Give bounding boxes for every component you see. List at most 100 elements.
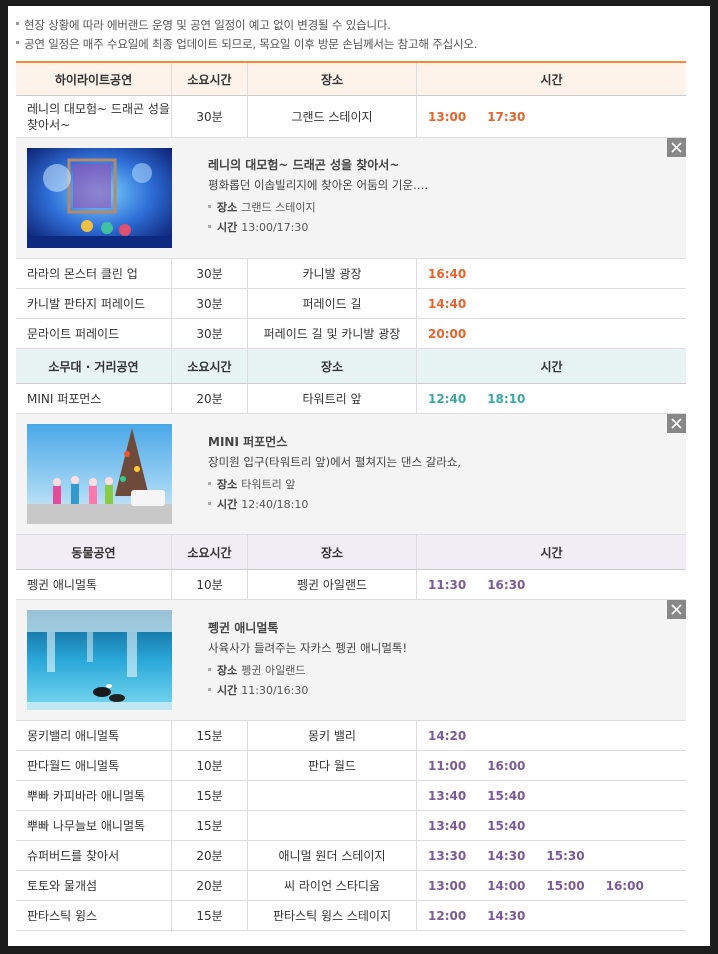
show-name[interactable]: 토토와 물개섬 <box>16 871 171 900</box>
show-times: 14:40 <box>416 289 686 318</box>
show-time: 15:40 <box>487 788 526 803</box>
show-time: 14:30 <box>487 908 526 923</box>
close-detail-button[interactable] <box>667 600 686 619</box>
show-detail-panel: 레니의 대모험~ 드래곤 성을 찾아서~ 평화롭던 이솝빌리지에 찾아온 어둠의… <box>16 138 686 259</box>
show-times: 13:00 17:30 <box>416 96 686 137</box>
show-time: 16:00 <box>605 878 644 893</box>
detail-time: 시간 13:00/17:30 <box>208 219 428 235</box>
show-place: 펭귄 아일랜드 <box>247 570 416 599</box>
show-time: 15:40 <box>487 818 526 833</box>
show-row[interactable]: 펭귄 애니멀톡 10분 펭귄 아일랜드 11:30 16:30 <box>16 570 686 600</box>
show-row[interactable]: 몽키밸리 애니멀톡 15분 몽키 밸리 14:20 <box>16 721 686 751</box>
square-bullet-icon <box>16 41 19 44</box>
show-duration: 10분 <box>171 751 247 780</box>
show-name[interactable]: 레니의 대모험~ 드래곤 성을 찾아서~ <box>16 96 171 137</box>
show-place: 그랜드 스테이지 <box>247 96 416 137</box>
square-bullet-icon <box>16 22 19 25</box>
show-thumbnail <box>27 148 172 248</box>
show-name[interactable]: 판다월드 애니멀톡 <box>16 751 171 780</box>
show-time: 13:00 <box>428 878 467 893</box>
show-row[interactable]: 판다월드 애니멀톡 10분 판다 월드 11:00 16:00 <box>16 751 686 781</box>
show-time: 20:00 <box>428 326 467 341</box>
show-place: 애니멀 원더 스테이지 <box>247 841 416 870</box>
show-place: 카니발 광장 <box>247 259 416 288</box>
detail-title: 레니의 대모험~ 드래곤 성을 찾아서~ <box>208 158 400 172</box>
show-row[interactable]: 토토와 물개섬 20분 씨 라이언 스타디움 13:00 14:00 15:00… <box>16 871 686 901</box>
show-time: 16:40 <box>428 266 467 281</box>
show-name[interactable]: 라라의 몬스터 클린 업 <box>16 259 171 288</box>
show-time: 17:30 <box>487 109 526 124</box>
show-name[interactable]: 뿌빠 나무늘보 애니멀톡 <box>16 811 171 840</box>
show-duration: 15분 <box>171 721 247 750</box>
show-name[interactable]: MINI 퍼포먼스 <box>16 384 171 413</box>
close-detail-button[interactable] <box>667 138 686 157</box>
show-time: 13:40 <box>428 788 467 803</box>
header-place: 장소 <box>247 349 416 383</box>
show-detail-panel: MINI 퍼포먼스 장미원 입구(타워트리 앞)에서 펼쳐지는 댄스 갈라쇼, … <box>16 414 686 535</box>
show-place: 퍼레이드 길 및 카니발 광장 <box>247 319 416 348</box>
square-bullet-icon <box>208 481 211 485</box>
show-place: 판타스틱 윙스 스테이지 <box>247 901 416 930</box>
show-duration: 20분 <box>171 384 247 413</box>
close-icon <box>671 142 682 153</box>
notice-text: 공연 일정은 매주 수요일에 최종 업데이트 되므로, 목요일 이후 방문 손님… <box>24 37 478 51</box>
show-row[interactable]: 슈퍼버드를 찾아서 20분 애니멀 원더 스테이지 13:30 14:30 15… <box>16 841 686 871</box>
show-time: 16:00 <box>487 758 526 773</box>
show-name[interactable]: 슈퍼버드를 찾아서 <box>16 841 171 870</box>
show-time: 11:30 <box>428 577 467 592</box>
show-name[interactable]: 몽키밸리 애니멀톡 <box>16 721 171 750</box>
detail-description: 사육사가 들려주는 자카스 펭귄 애니멀톡! <box>208 641 408 655</box>
show-time: 14:30 <box>487 848 526 863</box>
show-row[interactable]: 라라의 몬스터 클린 업 30분 카니발 광장 16:40 <box>16 259 686 289</box>
show-place: 판다 월드 <box>247 751 416 780</box>
show-row[interactable]: 뿌빠 나무늘보 애니멀톡 15분 13:40 15:40 <box>16 811 686 841</box>
show-time: 14:20 <box>428 728 467 743</box>
detail-description: 장미원 입구(타워트리 앞)에서 펼쳐지는 댄스 갈라쇼, <box>208 455 462 469</box>
header-duration: 소요시간 <box>171 535 247 569</box>
show-name[interactable]: 문라이트 퍼레이드 <box>16 319 171 348</box>
show-row[interactable]: 카니발 판타지 퍼레이드 30분 퍼레이드 길 14:40 <box>16 289 686 319</box>
detail-time: 시간 11:30/16:30 <box>208 682 407 698</box>
show-times: 13:40 15:40 <box>416 781 686 810</box>
detail-title: 펭귄 애니멀톡 <box>208 621 279 635</box>
schedule-panel: 현장 상황에 따라 에버랜드 운영 및 공연 일정이 예고 없이 변경될 수 있… <box>8 6 710 946</box>
show-row[interactable]: MINI 퍼포먼스 20분 타워트리 앞 12:40 18:10 <box>16 384 686 414</box>
show-row[interactable]: 문라이트 퍼레이드 30분 퍼레이드 길 및 카니발 광장 20:00 <box>16 319 686 349</box>
show-place: 몽키 밸리 <box>247 721 416 750</box>
header-place: 장소 <box>247 63 416 95</box>
square-bullet-icon <box>208 501 211 505</box>
show-time: 12:40 <box>428 391 467 406</box>
close-icon <box>671 604 682 615</box>
show-times: 13:00 14:00 15:00 16:00 <box>416 871 686 900</box>
show-times: 16:40 <box>416 259 686 288</box>
show-time: 18:10 <box>487 391 526 406</box>
section-header-highlight: 하이라이트공연 소요시간 장소 시간 <box>16 61 686 96</box>
show-times: 13:40 15:40 <box>416 811 686 840</box>
show-time: 15:30 <box>546 848 585 863</box>
show-place <box>247 781 416 810</box>
show-time: 14:40 <box>428 296 467 311</box>
show-row[interactable]: 레니의 대모험~ 드래곤 성을 찾아서~ 30분 그랜드 스테이지 13:00 … <box>16 96 686 138</box>
show-duration: 15분 <box>171 901 247 930</box>
show-info: MINI 퍼포먼스 장미원 입구(타워트리 앞)에서 펼쳐지는 댄스 갈라쇼, … <box>208 433 461 512</box>
show-time: 13:00 <box>428 109 467 124</box>
header-place: 장소 <box>247 535 416 569</box>
show-name[interactable]: 판타스틱 윙스 <box>16 901 171 930</box>
detail-title: MINI 퍼포먼스 <box>208 435 288 449</box>
show-name[interactable]: 카니발 판타지 퍼레이드 <box>16 289 171 318</box>
show-time: 16:30 <box>487 577 526 592</box>
show-time: 13:40 <box>428 818 467 833</box>
show-row[interactable]: 뿌빠 카피바라 애니멀톡 15분 13:40 15:40 <box>16 781 686 811</box>
show-duration: 30분 <box>171 289 247 318</box>
show-name[interactable]: 뿌빠 카피바라 애니멀톡 <box>16 781 171 810</box>
show-times: 12:00 14:30 <box>416 901 686 930</box>
close-detail-button[interactable] <box>667 414 686 433</box>
detail-place: 장소 펭귄 아일랜드 <box>208 662 407 678</box>
header-name: 소무대 · 거리공연 <box>48 359 139 374</box>
show-time: 14:00 <box>487 878 526 893</box>
close-icon <box>671 418 682 429</box>
detail-place: 장소 그랜드 스테이지 <box>208 199 428 215</box>
show-row[interactable]: 판타스틱 윙스 15분 판타스틱 윙스 스테이지 12:00 14:30 <box>16 901 686 931</box>
show-times: 12:40 18:10 <box>416 384 686 413</box>
show-name[interactable]: 펭귄 애니멀톡 <box>16 570 171 599</box>
